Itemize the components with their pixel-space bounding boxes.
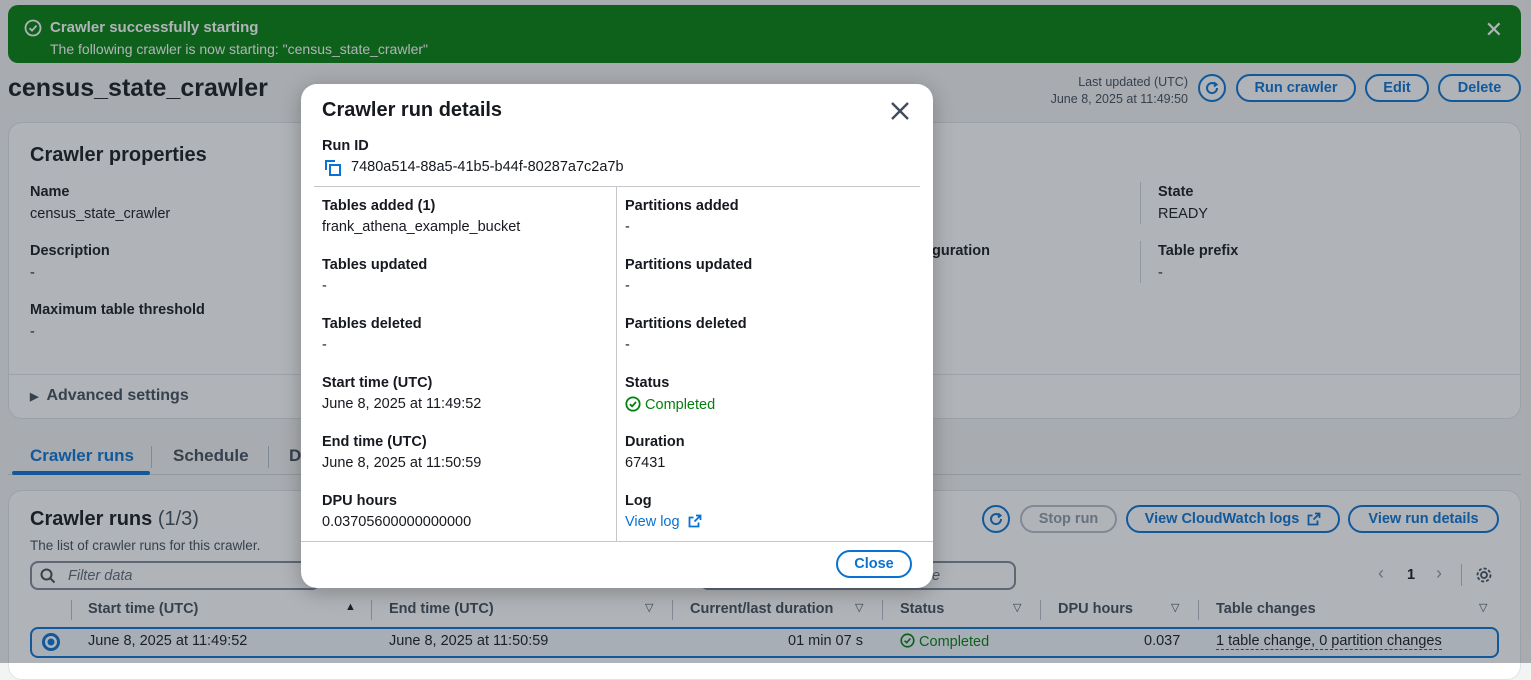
end-time-label: End time (UTC) xyxy=(322,434,427,450)
run-id-label: Run ID xyxy=(322,138,369,154)
footer-divider xyxy=(301,541,933,542)
modal-title: Crawler run details xyxy=(322,99,503,121)
tables-added-label: Tables added (1) xyxy=(322,198,436,214)
tables-deleted-label: Tables deleted xyxy=(322,316,422,332)
tables-deleted-value: - xyxy=(322,337,327,353)
partitions-updated-label: Partitions updated xyxy=(625,257,753,273)
divider xyxy=(314,186,920,187)
partitions-added-label: Partitions added xyxy=(625,198,739,214)
partitions-deleted-value: - xyxy=(625,337,630,353)
status-text: Completed xyxy=(645,397,716,413)
tables-updated-label: Tables updated xyxy=(322,257,428,273)
copy-icon[interactable] xyxy=(324,159,342,177)
log-label: Log xyxy=(625,493,652,509)
start-time-value: June 8, 2025 at 11:49:52 xyxy=(322,396,482,412)
dpu-hours-value: 0.03705600000000000 xyxy=(322,514,472,530)
end-time-value: June 8, 2025 at 11:50:59 xyxy=(322,455,482,471)
column-divider xyxy=(616,186,617,541)
tables-updated-value: - xyxy=(322,278,327,294)
partitions-updated-value: - xyxy=(625,278,630,294)
dpu-hours-label: DPU hours xyxy=(322,493,397,509)
close-icon[interactable] xyxy=(889,100,911,122)
partitions-deleted-label: Partitions deleted xyxy=(625,316,747,332)
external-link-icon xyxy=(688,514,701,528)
run-id-value: 7480a514-88a5-41b5-b44f-80287a7c2a7b xyxy=(351,159,624,175)
crawler-run-details-modal: Crawler run details Run ID 7480a514-88a5… xyxy=(301,84,933,588)
status-value: Completed xyxy=(625,396,715,413)
view-log-link[interactable]: View log xyxy=(625,514,702,530)
view-log-text: View log xyxy=(625,514,680,530)
duration-label: Duration xyxy=(625,434,685,450)
tables-added-value: frank_athena_example_bucket xyxy=(322,219,521,235)
duration-value: 67431 xyxy=(625,455,666,471)
check-circle-icon xyxy=(625,396,641,412)
close-button[interactable]: Close xyxy=(836,550,912,578)
status-label: Status xyxy=(625,375,670,391)
start-time-label: Start time (UTC) xyxy=(322,375,433,391)
partitions-added-value: - xyxy=(625,219,630,235)
